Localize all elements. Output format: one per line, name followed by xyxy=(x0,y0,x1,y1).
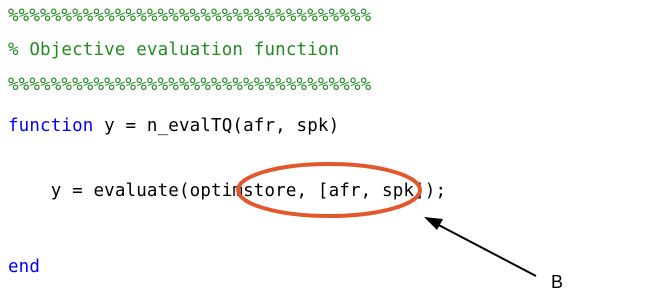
callout-label-b: B xyxy=(551,272,564,292)
highlighted-argument: optimstore, xyxy=(189,181,308,201)
end-keyword: end xyxy=(8,257,41,277)
callout-arrow xyxy=(424,217,537,277)
function-keyword: function xyxy=(8,116,94,136)
comment-title: % Objective evaluation function xyxy=(8,40,340,60)
function-body-line: y = evaluate(optimstore, [afr, spk]); xyxy=(8,179,446,203)
body-suffix: [afr, spk]); xyxy=(307,181,447,201)
function-signature-line: function y = n_evalTQ(afr, spk) xyxy=(8,114,339,138)
body-prefix: y = evaluate( xyxy=(8,181,190,201)
function-signature: y = n_evalTQ(afr, spk) xyxy=(93,116,340,136)
comment-separator-bottom: %%%%%%%%%%%%%%%%%%%%%%%%%%%%%%%%%% xyxy=(8,75,372,95)
comment-separator-top: %%%%%%%%%%%%%%%%%%%%%%%%%%%%%%%%%% xyxy=(8,6,372,26)
